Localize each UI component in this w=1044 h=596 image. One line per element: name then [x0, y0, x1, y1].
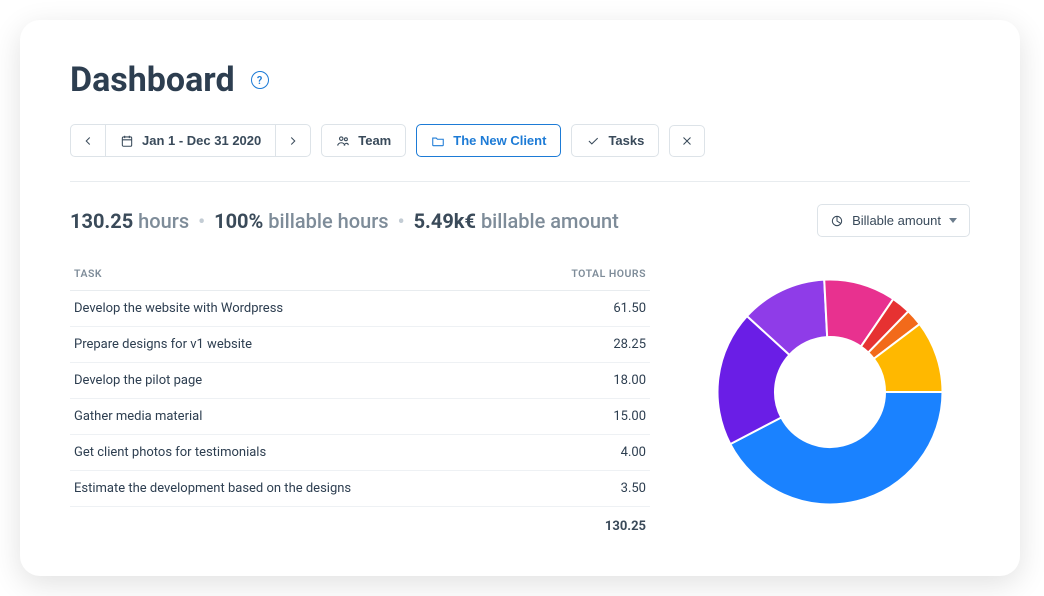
col-task: TASK	[70, 257, 520, 291]
page-title: Dashboard	[70, 60, 235, 100]
filters-bar: Jan 1 - Dec 31 2020 Team The New Client …	[70, 124, 970, 182]
arrow-right-icon	[286, 134, 300, 148]
header: Dashboard ?	[70, 60, 970, 100]
task-cell: Estimate the development based on the de…	[70, 471, 520, 507]
table-row[interactable]: Get client photos for testimonials4.00	[70, 435, 650, 471]
separator-dot: •	[398, 209, 405, 233]
close-icon	[680, 134, 694, 148]
next-period-button[interactable]	[275, 124, 311, 157]
table-total: 130.25	[70, 507, 650, 547]
table-header-row: TASK TOTAL HOURS	[70, 257, 650, 291]
chevron-down-icon	[949, 218, 957, 223]
client-filter-label: The New Client	[453, 133, 546, 148]
date-range-button[interactable]: Jan 1 - Dec 31 2020	[105, 124, 276, 157]
table-row[interactable]: Develop the pilot page18.00	[70, 363, 650, 399]
tasks-filter-button[interactable]: Tasks	[571, 124, 659, 157]
table-row[interactable]: Develop the website with Wordpress61.50	[70, 291, 650, 327]
summary-billable-pct: 100%	[214, 209, 263, 233]
pie-chart-icon	[830, 214, 844, 228]
tasks-filter-label: Tasks	[608, 133, 644, 148]
help-icon[interactable]: ?	[251, 71, 269, 89]
task-table-wrap: TASK TOTAL HOURS Develop the website wit…	[70, 257, 650, 546]
task-cell: Prepare designs for v1 website	[70, 327, 520, 363]
table-row[interactable]: Gather media material15.00	[70, 399, 650, 435]
hours-cell: 4.00	[520, 435, 650, 471]
date-range-label: Jan 1 - Dec 31 2020	[142, 133, 261, 148]
summary-text: 130.25 hours • 100% billable hours • 5.4…	[70, 209, 619, 233]
task-cell: Get client photos for testimonials	[70, 435, 520, 471]
content-row: TASK TOTAL HOURS Develop the website wit…	[70, 257, 970, 546]
prev-period-button[interactable]	[70, 124, 106, 157]
task-cell: Develop the website with Wordpress	[70, 291, 520, 327]
summary-billable-amount-label: billable amount	[481, 209, 619, 233]
team-filter-label: Team	[358, 133, 391, 148]
hours-cell: 3.50	[520, 471, 650, 507]
col-hours: TOTAL HOURS	[520, 257, 650, 291]
arrow-left-icon	[81, 134, 95, 148]
folder-icon	[431, 134, 445, 148]
hours-cell: 15.00	[520, 399, 650, 435]
table-total-row: 130.25	[70, 507, 650, 547]
summary-row: 130.25 hours • 100% billable hours • 5.4…	[70, 204, 970, 237]
donut-chart-wrap	[690, 257, 970, 517]
donut-chart	[705, 267, 955, 517]
hours-cell: 18.00	[520, 363, 650, 399]
separator-dot: •	[198, 209, 205, 233]
date-range-group: Jan 1 - Dec 31 2020	[70, 124, 311, 157]
summary-hours-value: 130.25	[70, 209, 133, 233]
task-cell: Gather media material	[70, 399, 520, 435]
chart-metric-dropdown[interactable]: Billable amount	[817, 204, 970, 237]
task-table: TASK TOTAL HOURS Develop the website wit…	[70, 257, 650, 546]
dashboard-card: Dashboard ? Jan 1 - Dec 31 2020 Team The…	[20, 20, 1020, 576]
clear-filters-button[interactable]	[669, 125, 705, 157]
summary-hours-label: hours	[138, 209, 189, 233]
summary-billable-hours-label: billable hours	[268, 209, 388, 233]
table-row[interactable]: Prepare designs for v1 website28.25	[70, 327, 650, 363]
table-row[interactable]: Estimate the development based on the de…	[70, 471, 650, 507]
client-filter-button[interactable]: The New Client	[416, 124, 561, 157]
summary-billable-amount: 5.49k€	[414, 209, 476, 233]
team-icon	[336, 134, 350, 148]
task-cell: Develop the pilot page	[70, 363, 520, 399]
team-filter-button[interactable]: Team	[321, 124, 406, 157]
hours-cell: 61.50	[520, 291, 650, 327]
chart-metric-label: Billable amount	[852, 213, 941, 228]
hours-cell: 28.25	[520, 327, 650, 363]
calendar-icon	[120, 134, 134, 148]
check-icon	[586, 134, 600, 148]
